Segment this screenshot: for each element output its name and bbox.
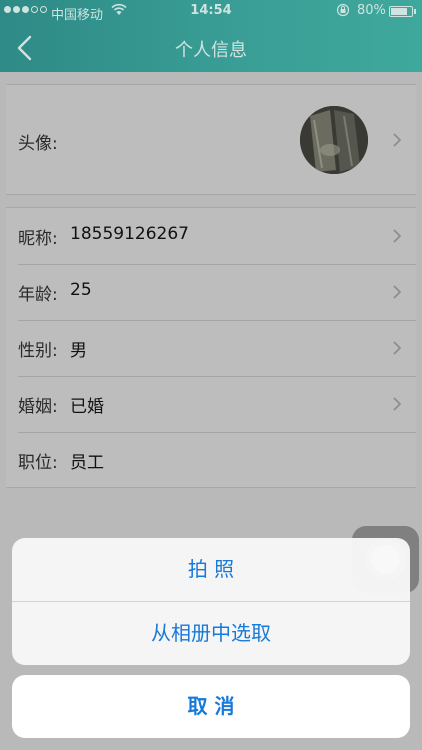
profile-row-age[interactable]: 年龄: 25 <box>6 264 416 320</box>
avatar-row[interactable]: 头像: <box>6 84 416 195</box>
row-label: 性别: <box>18 341 58 361</box>
chevron-right-icon <box>393 229 402 243</box>
row-label: 婚姻: <box>18 397 58 417</box>
profile-info-list: 昵称: 18559126267 年龄: 25 性别: 男 婚姻: 已婚 职位: … <box>6 207 416 488</box>
row-value: 已婚 <box>70 397 104 417</box>
chevron-right-icon <box>393 133 402 147</box>
profile-row-position: 职位: 员工 <box>6 432 416 488</box>
row-label: 年龄: <box>18 285 58 305</box>
battery-percent: 80% <box>357 3 386 18</box>
avatar[interactable] <box>300 106 368 174</box>
top-bar: 中国移动 14:54 80% 个人信息 <box>0 0 422 72</box>
chevron-right-icon <box>393 397 402 411</box>
profile-row-nickname[interactable]: 昵称: 18559126267 <box>6 208 416 264</box>
status-bar: 中国移动 14:54 80% <box>0 0 422 24</box>
avatar-label: 头像: <box>18 134 58 154</box>
chevron-right-icon <box>393 285 402 299</box>
profile-row-marital-status[interactable]: 婚姻: 已婚 <box>6 376 416 432</box>
row-value: 员工 <box>70 453 104 473</box>
row-value: 男 <box>70 341 87 361</box>
action-sheet: 拍 照 从相册中选取 <box>12 538 410 665</box>
battery-tip <box>414 9 416 14</box>
rotation-lock-icon <box>336 3 350 20</box>
row-label: 昵称: <box>18 229 58 249</box>
take-photo-button[interactable]: 拍 照 <box>12 538 410 601</box>
row-label: 职位: <box>18 453 58 473</box>
navigation-bar: 个人信息 <box>0 24 422 72</box>
chevron-right-icon <box>393 341 402 355</box>
page-title: 个人信息 <box>175 40 247 61</box>
cancel-button[interactable]: 取 消 <box>12 675 410 738</box>
profile-row-gender[interactable]: 性别: 男 <box>6 320 416 376</box>
battery-icon <box>389 6 413 17</box>
row-value: 18559126267 <box>70 224 189 244</box>
row-value: 25 <box>70 280 92 300</box>
choose-from-album-button[interactable]: 从相册中选取 <box>12 602 410 665</box>
battery-level <box>391 8 407 15</box>
